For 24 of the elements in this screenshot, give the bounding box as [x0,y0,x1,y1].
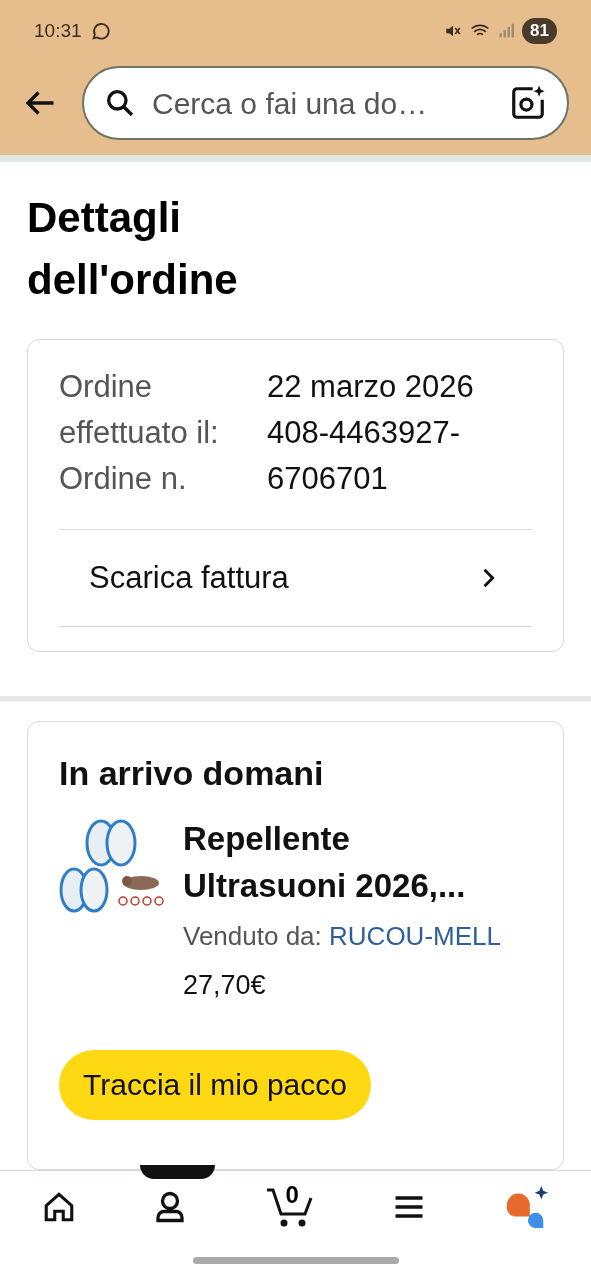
product-title[interactable]: Repellente Ultrasuoni 2026,... [183,815,483,909]
invoice-link[interactable]: Scarica fattura [59,529,532,627]
order-field-label: Ordine effettuato il: [59,368,220,452]
battery-indicator: 81 [522,18,557,44]
page-title: Dettagli dell'ordine [26,193,239,305]
seller-link[interactable]: RUCOU-MELL [329,921,501,951]
cart-icon [264,1187,315,1227]
order-field-label: Ordine n. [59,460,188,498]
signal-icon [498,23,515,39]
shipment-heading: In arrivo domani [59,753,325,794]
order-field-value: 22 marzo 2026 [267,368,475,406]
search-bar[interactable]: Cerca o fai una do… [82,66,569,140]
search-field[interactable]: Cerca o fai una do… [152,80,493,126]
seller-line: Venduto da: RUCOU-MELL [183,920,502,953]
home-icon[interactable] [42,1190,76,1224]
order-field-value: 408-4463927-6706701 [267,414,462,498]
track-package-button[interactable]: Traccia il mio pacco [59,1049,371,1120]
cart-button[interactable]: 0 [264,1187,315,1227]
clock: 10:31 [34,18,82,43]
drag-handle[interactable] [140,1165,215,1179]
search-icon [104,87,136,119]
chat-icon [89,20,112,42]
product-price: 27,70€ [183,969,267,1002]
camera-icon[interactable] [509,84,547,122]
